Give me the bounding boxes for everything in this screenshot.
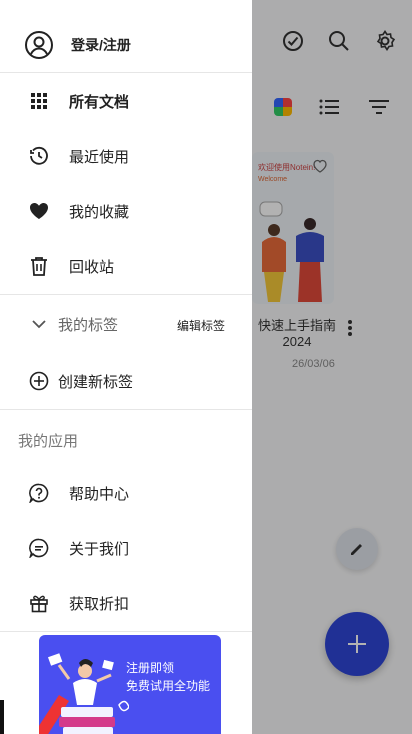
add-circle-icon [28, 370, 50, 392]
nav-item-all-docs[interactable]: 所有文档 [0, 89, 252, 113]
divider [0, 409, 252, 410]
app-item-about[interactable]: 关于我们 [0, 536, 252, 560]
divider [0, 72, 252, 73]
nav-item-label: 最近使用 [69, 148, 130, 166]
divider [0, 294, 252, 295]
apps-section-title: 我的应用 [18, 433, 79, 450]
create-tag-row[interactable]: 创建新标签 [0, 369, 252, 393]
gift-icon [28, 592, 50, 614]
chevron-down-icon [28, 313, 50, 335]
promo-banner[interactable]: 注册即领 免费试用全功能 [39, 635, 221, 734]
nav-item-label: 我的收藏 [69, 203, 130, 221]
user-avatar-icon [24, 30, 54, 60]
system-edge [0, 700, 4, 734]
login-row[interactable]: 登录/注册 [0, 28, 252, 62]
heart-icon [28, 200, 50, 222]
promo-line-2: 免费试用全功能 [126, 679, 211, 693]
app-item-discount[interactable]: 获取折扣 [0, 591, 252, 615]
promo-illustration [39, 653, 129, 734]
chat-icon [28, 537, 50, 559]
navigation-drawer: 登录/注册 所有文档 最近使用 我的收藏 回收站 我的标签 编辑标签 创建新标签… [0, 0, 252, 734]
promo-line-1: 注册即领 [126, 661, 175, 675]
nav-item-label: 回收站 [69, 258, 115, 276]
tags-title: 我的标签 [58, 316, 119, 334]
nav-item-recent[interactable]: 最近使用 [0, 144, 252, 168]
edit-tags-button[interactable]: 编辑标签 [177, 317, 225, 334]
app-item-label: 获取折扣 [69, 595, 130, 613]
clock-icon [28, 145, 50, 167]
nav-item-favorites[interactable]: 我的收藏 [0, 199, 252, 223]
help-icon [28, 482, 50, 504]
nav-item-label: 所有文档 [69, 93, 130, 111]
create-tag-label: 创建新标签 [58, 373, 134, 391]
login-label: 登录/注册 [71, 37, 131, 53]
app-item-help[interactable]: 帮助中心 [0, 481, 252, 505]
trash-icon [28, 255, 50, 277]
app-item-label: 帮助中心 [69, 485, 130, 503]
grid-icon [28, 90, 50, 112]
divider [0, 631, 252, 632]
app-item-label: 关于我们 [69, 540, 130, 558]
nav-item-trash[interactable]: 回收站 [0, 254, 252, 278]
